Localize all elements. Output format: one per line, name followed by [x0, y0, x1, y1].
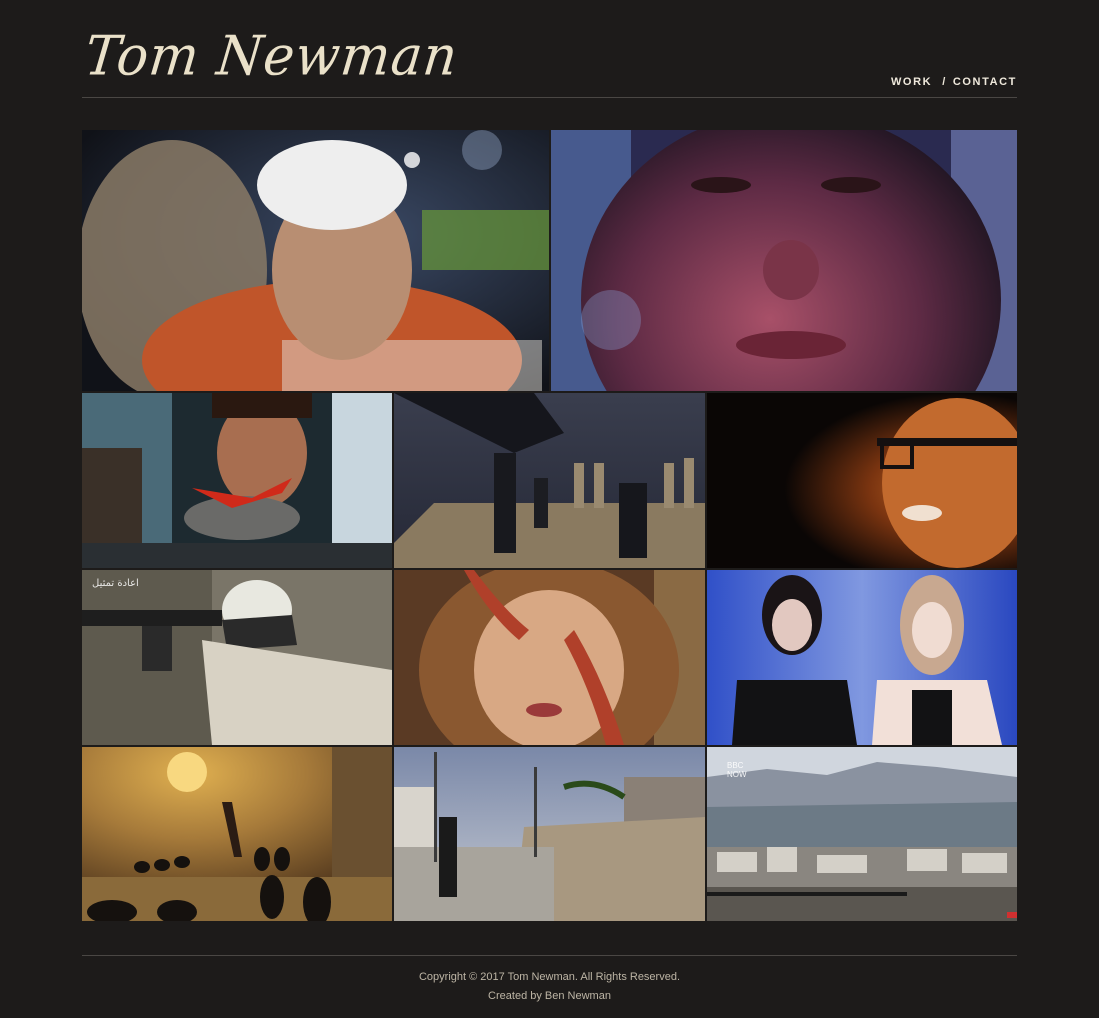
thumbnail-image [82, 393, 392, 568]
tile-city-mountains[interactable]: BBC NOW [707, 747, 1017, 921]
tile-face-closeup[interactable] [551, 130, 1017, 391]
thumbnail-image [394, 747, 705, 921]
main-nav: WORK / CONTACT [891, 76, 1017, 88]
tile-two-models[interactable] [707, 570, 1017, 745]
thumbnail-image [707, 570, 1017, 745]
footer-credit: Created by Ben Newman [488, 990, 611, 1002]
thumbnail-image [82, 747, 392, 921]
tile-overlay-text: اعادة تمثيل [92, 578, 139, 589]
tile-octopus-girl[interactable] [394, 570, 705, 745]
thumbnail-image [394, 393, 705, 568]
site-header: Tom Newman WORK / CONTACT [82, 0, 1017, 98]
thumbnail-image [82, 570, 392, 745]
thumbnail-image [707, 747, 1017, 921]
tile-overlay-text: BBC NOW [727, 761, 747, 779]
footer-copyright: Copyright © 2017 Tom Newman. All Rights … [418, 971, 681, 983]
thumbnail-image [707, 393, 1017, 568]
footer-divider [82, 955, 1017, 956]
thumbnail-image [394, 570, 705, 745]
tile-man-chillies[interactable] [82, 393, 392, 568]
nav-separator: / [942, 76, 947, 88]
thumbnail-image [82, 130, 549, 391]
tile-gunman[interactable]: اعادة تمثيل [82, 570, 392, 745]
tile-hurricane-street[interactable] [394, 747, 705, 921]
site-logo[interactable]: Tom Newman [82, 25, 461, 88]
tile-glasses-laughing[interactable] [707, 393, 1017, 568]
tile-chess[interactable] [394, 393, 705, 568]
tile-tyres-dancer[interactable] [82, 747, 392, 921]
tile-old-man[interactable] [82, 130, 549, 391]
nav-work-link[interactable]: WORK [891, 76, 932, 88]
nav-contact-link[interactable]: CONTACT [953, 76, 1017, 88]
thumbnail-image [551, 130, 1017, 391]
